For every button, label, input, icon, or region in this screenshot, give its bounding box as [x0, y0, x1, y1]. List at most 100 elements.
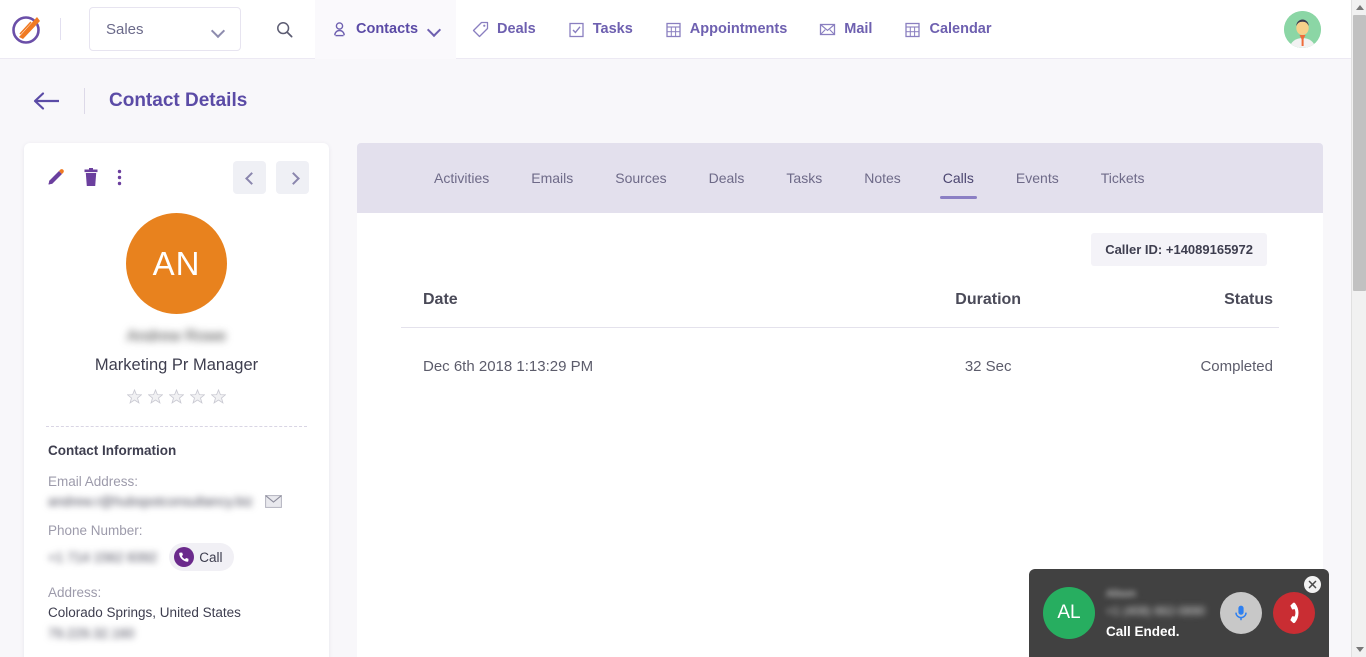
header-divider [84, 88, 85, 114]
detail-tabs: Activities Emails Sources Deals Tasks No… [357, 143, 1323, 213]
contact-information-section: Contact Information Email Address: andre… [24, 427, 329, 641]
ip-address-value: 79.229.32.160 [48, 626, 305, 641]
chevron-down-icon [428, 25, 440, 33]
agile-crm-logo-icon [11, 12, 45, 46]
tab-activities[interactable]: Activities [413, 143, 510, 213]
tab-label: Activities [434, 170, 489, 186]
trash-icon [83, 168, 99, 187]
nav-item-contacts[interactable]: Contacts [315, 0, 456, 59]
call-button-label: Call [199, 550, 222, 565]
card-action-bar [24, 143, 329, 194]
delete-contact-button[interactable] [83, 168, 99, 187]
call-widget-avatar: AL [1043, 587, 1095, 639]
envelope-icon [819, 21, 836, 38]
phone-row: +1 714 1562 8392 Call [48, 543, 305, 571]
search-button[interactable] [267, 12, 301, 46]
email-row: andrew.r@hubspotconsultancy.biz [48, 494, 305, 509]
tab-label: Tasks [786, 170, 822, 186]
star-icon[interactable] [148, 389, 163, 404]
call-widget-avatar-initials: AL [1057, 602, 1080, 624]
cell-duration: 32 Sec [902, 328, 1074, 376]
tab-tickets[interactable]: Tickets [1080, 143, 1166, 213]
mute-button[interactable] [1220, 592, 1262, 634]
microphone-icon [1231, 603, 1251, 623]
phone-icon [174, 547, 194, 567]
tab-events[interactable]: Events [995, 143, 1080, 213]
envelope-icon[interactable] [265, 495, 282, 508]
tab-label: Events [1016, 170, 1059, 186]
contact-name: Andrew Rowe [24, 328, 329, 348]
tab-label: Deals [709, 170, 745, 186]
column-header-date: Date [401, 291, 902, 328]
tab-calls[interactable]: Calls [922, 143, 995, 213]
page-header: Contact Details [0, 59, 1351, 143]
star-icon[interactable] [211, 389, 226, 404]
person-icon [331, 21, 348, 38]
top-navigation-bar: Sales Contacts [0, 0, 1351, 59]
call-widget: AL Alison +1 (408) 662-0890 Call Ended. [1029, 569, 1329, 657]
search-icon [276, 21, 293, 38]
more-options-button[interactable] [117, 168, 122, 187]
tag-icon [472, 21, 489, 38]
nav-item-label: Contacts [356, 21, 418, 37]
nav-item-tasks[interactable]: Tasks [552, 0, 649, 59]
business-select[interactable]: Sales [89, 7, 241, 51]
previous-contact-button[interactable] [233, 161, 266, 194]
app-logo[interactable] [0, 12, 56, 46]
star-icon[interactable] [127, 389, 142, 404]
nav-item-calendar[interactable]: Calendar [888, 0, 1007, 59]
nav-item-appointments[interactable]: Appointments [649, 0, 803, 59]
close-icon [1307, 579, 1318, 590]
nav-item-label: Tasks [593, 21, 633, 37]
scroll-down-arrow-icon[interactable] [1352, 642, 1366, 657]
tab-tasks[interactable]: Tasks [765, 143, 843, 213]
tab-label: Notes [864, 170, 901, 186]
table-header-row: Date Duration Status [401, 291, 1279, 328]
hangup-button[interactable] [1273, 592, 1315, 634]
chevron-down-icon [213, 26, 224, 33]
tab-deals[interactable]: Deals [688, 143, 766, 213]
record-actions [46, 168, 122, 187]
scroll-up-arrow-icon[interactable] [1352, 0, 1366, 15]
tab-emails[interactable]: Emails [510, 143, 594, 213]
business-select-value: Sales [106, 21, 144, 38]
calendar-grid-icon [904, 21, 921, 38]
contact-avatar-initials: AN [153, 245, 201, 283]
nav-item-deals[interactable]: Deals [456, 0, 552, 59]
call-button[interactable]: Call [169, 543, 233, 571]
address-label: Address: [48, 585, 305, 600]
nav-item-label: Appointments [690, 21, 787, 37]
star-icon[interactable] [190, 389, 205, 404]
tab-label: Tickets [1101, 170, 1145, 186]
edit-contact-button[interactable] [46, 168, 65, 187]
avatar-illustration-icon [1284, 11, 1321, 48]
table-row[interactable]: Dec 6th 2018 1:13:29 PM 32 Sec Completed [401, 328, 1279, 376]
nav-item-mail[interactable]: Mail [803, 0, 888, 59]
tab-notes[interactable]: Notes [843, 143, 922, 213]
page-scrollbar[interactable] [1351, 0, 1366, 657]
app-root: Sales Contacts [0, 0, 1351, 657]
contact-avatar: AN [126, 213, 227, 314]
clipboard-check-icon [568, 21, 585, 38]
tab-label: Sources [615, 170, 666, 186]
scrollbar-thumb[interactable] [1353, 15, 1366, 291]
caller-id-badge: Caller ID: +14089165972 [1091, 233, 1267, 266]
phone-value: +1 714 1562 8392 [48, 550, 157, 565]
tab-sources[interactable]: Sources [594, 143, 687, 213]
more-vertical-icon [117, 168, 122, 187]
chevron-left-icon [246, 174, 254, 182]
close-call-widget-button[interactable] [1304, 576, 1321, 593]
star-icon[interactable] [169, 389, 184, 404]
contact-rating[interactable] [24, 389, 329, 404]
tab-label: Emails [531, 170, 573, 186]
cell-date: Dec 6th 2018 1:13:29 PM [401, 328, 902, 376]
email-value: andrew.r@hubspotconsultancy.biz [48, 494, 253, 509]
calls-table: Date Duration Status Dec 6th 2018 1:13:2… [401, 291, 1279, 375]
chevron-right-icon [289, 174, 297, 182]
back-arrow-icon[interactable] [32, 90, 62, 112]
record-pager [233, 161, 309, 194]
next-contact-button[interactable] [276, 161, 309, 194]
column-header-duration: Duration [902, 291, 1074, 328]
nav-item-label: Deals [497, 21, 536, 37]
user-avatar[interactable] [1284, 11, 1321, 48]
